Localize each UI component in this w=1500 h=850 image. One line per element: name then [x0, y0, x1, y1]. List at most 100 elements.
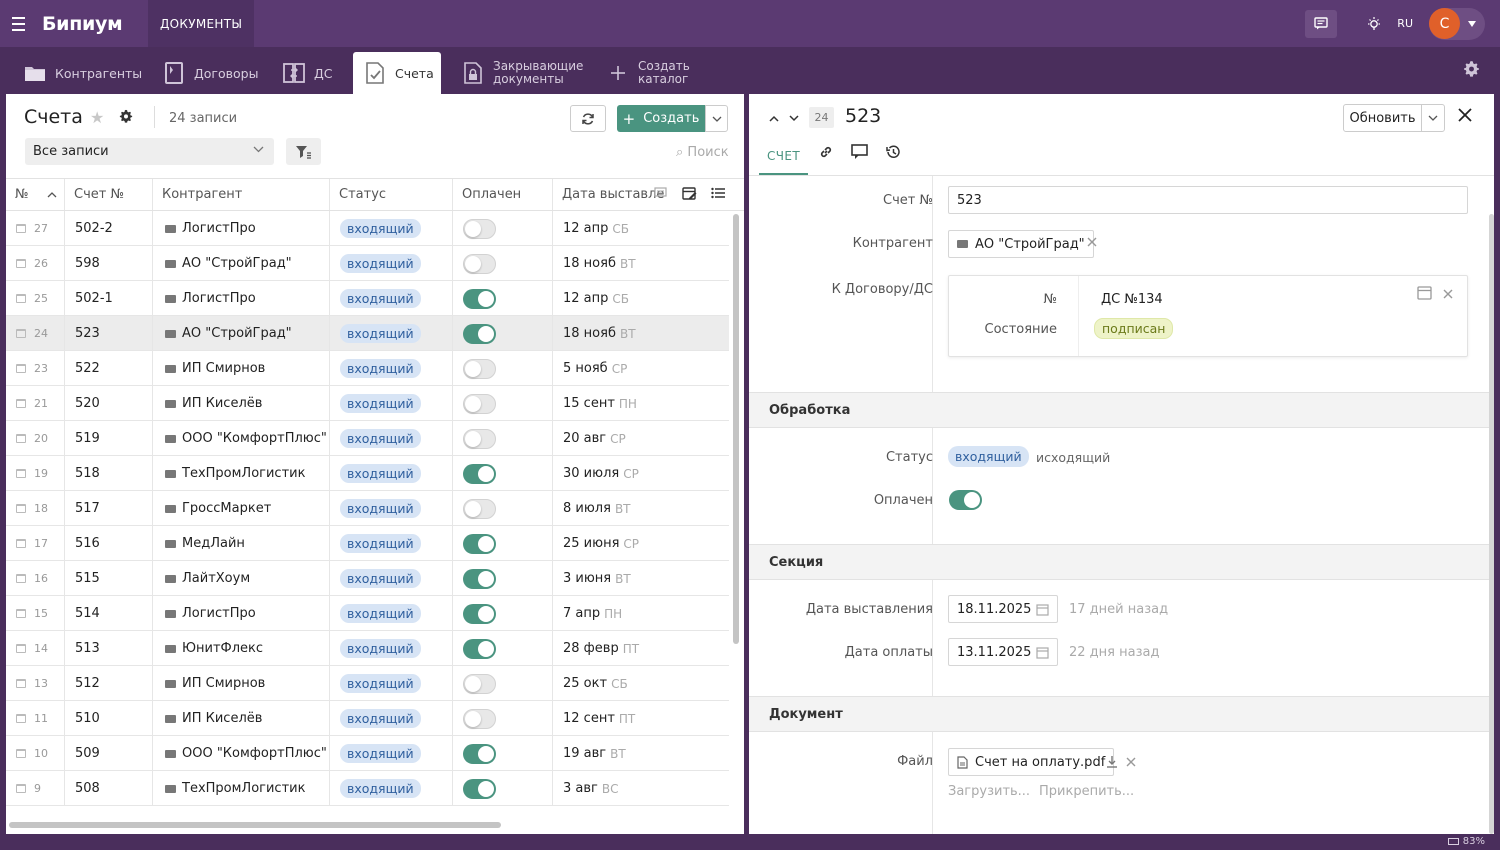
table-row[interactable]: 9 508 ТехПромЛогистик входящий 3 авг ВС [6, 771, 729, 806]
table-row[interactable]: 19 518 ТехПромЛогистик входящий 30 июля СР [6, 456, 729, 491]
counterparty-cell[interactable]: ТехПромЛогистик [153, 456, 330, 491]
vertical-scrollbar[interactable] [733, 214, 739, 644]
nav-invoices[interactable]: Счета [353, 52, 441, 94]
nav-counterparties[interactable]: Контрагенты [24, 52, 142, 94]
comment-icon[interactable] [654, 187, 667, 203]
table-row[interactable]: 10 509 ООО "КомфортПлюс" входящий 19 авг ВТ [6, 736, 729, 771]
avatar[interactable]: С [1429, 8, 1460, 39]
search-input[interactable]: ⌕ Поиск [676, 145, 729, 160]
horizontal-scrollbar[interactable] [9, 822, 501, 828]
chat-icon[interactable] [1305, 9, 1338, 38]
gear-icon[interactable] [119, 109, 133, 127]
table-row[interactable]: 13 512 ИП Смирнов входящий 25 окт СБ [6, 666, 729, 701]
table-row[interactable]: 16 515 ЛайтХоум входящий 3 июня ВТ [6, 561, 729, 596]
paid-toggle[interactable] [463, 708, 496, 729]
user-menu[interactable]: С [1429, 7, 1485, 40]
counterparty-cell[interactable]: ИП Смирнов [153, 351, 330, 386]
refresh-button[interactable] [570, 105, 606, 132]
open-record-icon[interactable] [1417, 286, 1432, 304]
status-option-incoming[interactable]: входящий [948, 446, 1029, 467]
remove-counterparty-icon[interactable] [1087, 236, 1097, 251]
counterparty-cell[interactable]: ИП Смирнов [153, 666, 330, 701]
counterparty-cell[interactable]: ИП Киселёв [153, 386, 330, 421]
table-row[interactable]: 26 598 АО "СтройГрад" входящий 18 нояб ВТ [6, 246, 729, 281]
pay-date-field[interactable]: 13.11.2025 [948, 638, 1058, 666]
table-row[interactable]: 21 520 ИП Киселёв входящий 15 сент ПН [6, 386, 729, 421]
counterparty-cell[interactable]: ЛогистПро [153, 596, 330, 631]
star-icon[interactable]: ★ [90, 108, 104, 127]
table-row[interactable]: 24 523 АО "СтройГрад" входящий 18 нояб ВТ [6, 316, 729, 351]
counterparty-cell[interactable]: ТехПромЛогистик [153, 771, 330, 806]
paid-toggle[interactable] [463, 778, 496, 799]
filter-button[interactable] [286, 138, 321, 165]
nav-closing-documents[interactable]: Закрывающие документы [462, 52, 583, 94]
view-filter-select[interactable]: Все записи [25, 138, 274, 165]
counterparty-cell[interactable]: ГроссМаркет [153, 491, 330, 526]
paid-toggle[interactable] [463, 743, 496, 764]
table-row[interactable]: 23 522 ИП Смирнов входящий 5 нояб СР [6, 351, 729, 386]
col-header-counterparty[interactable]: Контрагент [153, 179, 330, 210]
paid-toggle[interactable] [463, 673, 496, 694]
col-header-paid[interactable]: Оплачен [453, 179, 553, 210]
counterparty-cell[interactable]: ЛогистПро [153, 281, 330, 316]
paid-toggle[interactable] [463, 603, 496, 624]
paid-toggle[interactable] [463, 393, 496, 414]
close-icon[interactable] [1457, 107, 1473, 127]
paid-toggle[interactable] [463, 218, 496, 239]
lightbulb-icon[interactable] [1358, 10, 1390, 38]
table-row[interactable]: 15 514 ЛогистПро входящий 7 апр ПН [6, 596, 729, 631]
paid-toggle[interactable] [949, 490, 982, 510]
remove-contract-icon[interactable] [1443, 288, 1453, 303]
counterparty-cell[interactable]: ЛогистПро [153, 211, 330, 246]
table-row[interactable]: 14 513 ЮнитФлекс входящий 28 февр ПТ [6, 631, 729, 666]
create-button[interactable]: + Создать [617, 105, 705, 132]
paid-toggle[interactable] [463, 533, 496, 554]
counterparty-cell[interactable]: АО "СтройГрад" [153, 316, 330, 351]
update-dropdown-button[interactable] [1421, 104, 1445, 132]
col-header-status[interactable]: Статус [330, 179, 453, 210]
upload-link[interactable]: Загрузить... [948, 784, 1030, 799]
counterparty-cell[interactable]: МедЛайн [153, 526, 330, 561]
update-button[interactable]: Обновить [1343, 104, 1422, 132]
counterparty-cell[interactable]: ЮнитФлекс [153, 631, 330, 666]
paid-toggle[interactable] [463, 358, 496, 379]
table-row[interactable]: 17 516 МедЛайн входящий 25 июня СР [6, 526, 729, 561]
nav-ds[interactable]: ДС [283, 52, 333, 94]
paid-toggle[interactable] [463, 253, 496, 274]
list-view-icon[interactable] [711, 187, 725, 203]
table-row[interactable]: 11 510 ИП Киселёв входящий 12 сент ПТ [6, 701, 729, 736]
download-icon[interactable] [1106, 755, 1118, 772]
counterparty-cell[interactable]: АО "СтройГрад" [153, 246, 330, 281]
contract-card[interactable]: № ДС №134 Состояние подписан [948, 275, 1468, 357]
tab-invoice[interactable]: СЧЕТ [759, 138, 808, 175]
file-chip[interactable]: Счет на оплату.pdf [948, 748, 1115, 776]
table-row[interactable]: 27 502-2 ЛогистПро входящий 12 апр СБ [6, 211, 729, 246]
link-icon[interactable] [818, 144, 834, 164]
paid-toggle[interactable] [463, 568, 496, 589]
chevron-down-icon[interactable] [789, 111, 799, 126]
menu-icon[interactable] [0, 0, 36, 47]
language-switch[interactable]: RU [1397, 17, 1413, 30]
table-row[interactable]: 18 517 ГроссМаркет входящий 8 июля ВТ [6, 491, 729, 526]
paid-toggle[interactable] [463, 638, 496, 659]
paid-toggle[interactable] [463, 323, 496, 344]
paid-toggle[interactable] [463, 498, 496, 519]
paid-toggle[interactable] [463, 428, 496, 449]
counterparty-cell[interactable]: ООО "КомфортПлюс" [153, 736, 330, 771]
vertical-scrollbar[interactable] [1489, 214, 1494, 834]
app-logo[interactable]: Бипиум [42, 13, 148, 35]
paid-toggle[interactable] [463, 463, 496, 484]
table-row[interactable]: 20 519 ООО "КомфортПлюс" входящий 20 авг СР [6, 421, 729, 456]
attach-link[interactable]: Прикрепить... [1039, 784, 1134, 799]
issue-date-field[interactable]: 18.11.2025 [948, 595, 1058, 623]
chevron-up-icon[interactable] [769, 111, 779, 126]
paid-toggle[interactable] [463, 288, 496, 309]
edit-columns-icon[interactable] [682, 186, 697, 205]
top-tab-documents[interactable]: ДОКУМЕНТЫ [148, 0, 255, 47]
counterparty-cell[interactable]: ИП Киселёв [153, 701, 330, 736]
counterparty-link[interactable]: АО "СтройГрад" [948, 230, 1094, 258]
remove-file-icon[interactable] [1126, 756, 1136, 771]
counterparty-cell[interactable]: ЛайтХоум [153, 561, 330, 596]
status-option-outgoing[interactable]: исходящий [1036, 450, 1110, 465]
gear-icon[interactable] [1463, 60, 1480, 81]
